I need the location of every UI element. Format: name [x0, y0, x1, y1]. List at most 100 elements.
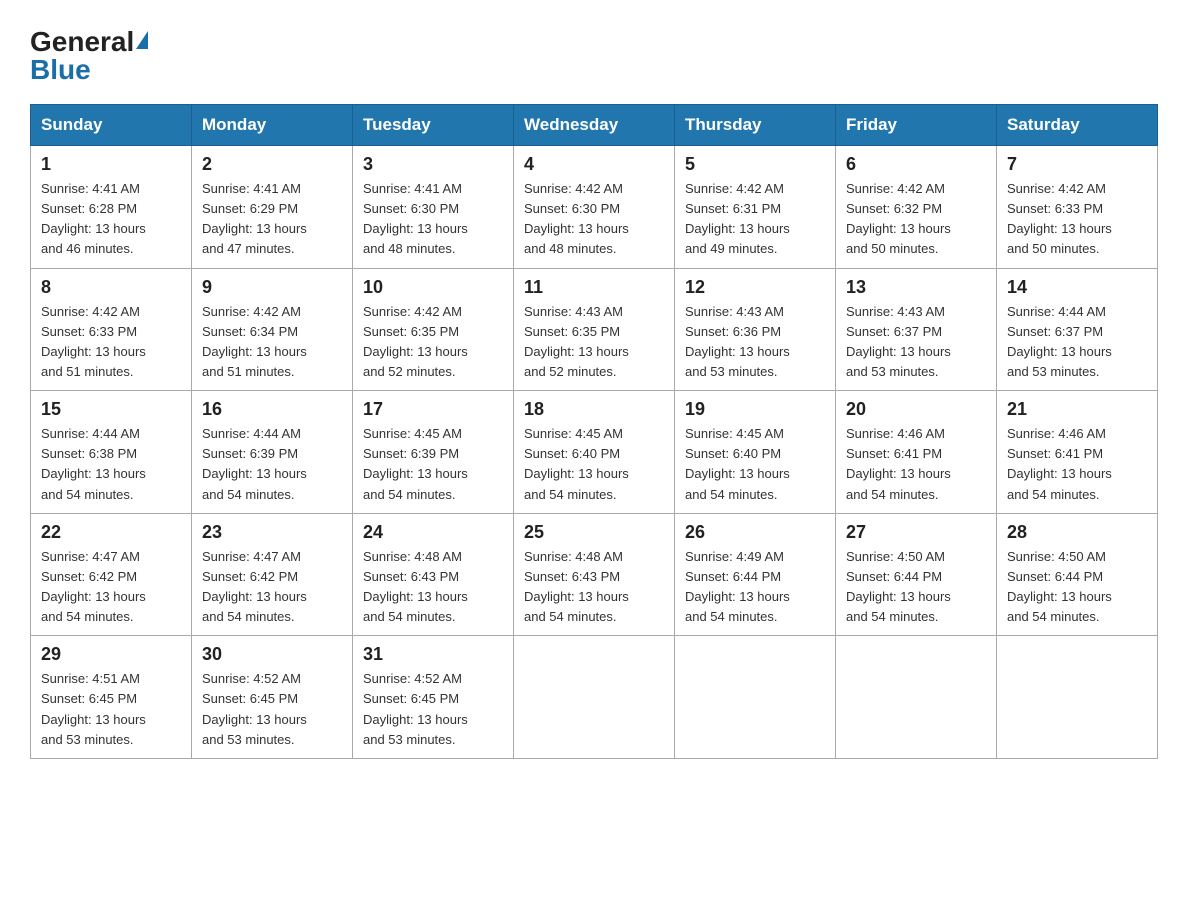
day-info: Sunrise: 4:45 AMSunset: 6:40 PMDaylight:…	[685, 426, 790, 501]
weekday-header-row: SundayMondayTuesdayWednesdayThursdayFrid…	[31, 105, 1158, 146]
calendar-cell: 13 Sunrise: 4:43 AMSunset: 6:37 PMDaylig…	[836, 268, 997, 391]
day-number: 31	[363, 644, 503, 665]
calendar-cell: 25 Sunrise: 4:48 AMSunset: 6:43 PMDaylig…	[514, 513, 675, 636]
calendar-cell: 1 Sunrise: 4:41 AMSunset: 6:28 PMDayligh…	[31, 146, 192, 269]
day-number: 22	[41, 522, 181, 543]
day-number: 16	[202, 399, 342, 420]
day-info: Sunrise: 4:44 AMSunset: 6:38 PMDaylight:…	[41, 426, 146, 501]
calendar-cell	[836, 636, 997, 759]
day-info: Sunrise: 4:46 AMSunset: 6:41 PMDaylight:…	[846, 426, 951, 501]
calendar-table: SundayMondayTuesdayWednesdayThursdayFrid…	[30, 104, 1158, 759]
day-number: 9	[202, 277, 342, 298]
day-info: Sunrise: 4:48 AMSunset: 6:43 PMDaylight:…	[524, 549, 629, 624]
calendar-cell: 18 Sunrise: 4:45 AMSunset: 6:40 PMDaylig…	[514, 391, 675, 514]
day-number: 5	[685, 154, 825, 175]
calendar-cell: 17 Sunrise: 4:45 AMSunset: 6:39 PMDaylig…	[353, 391, 514, 514]
day-info: Sunrise: 4:44 AMSunset: 6:39 PMDaylight:…	[202, 426, 307, 501]
calendar-cell: 20 Sunrise: 4:46 AMSunset: 6:41 PMDaylig…	[836, 391, 997, 514]
calendar-cell: 30 Sunrise: 4:52 AMSunset: 6:45 PMDaylig…	[192, 636, 353, 759]
day-number: 3	[363, 154, 503, 175]
logo-blue: Blue	[30, 54, 91, 86]
day-number: 6	[846, 154, 986, 175]
weekday-header-thursday: Thursday	[675, 105, 836, 146]
day-number: 20	[846, 399, 986, 420]
calendar-cell: 7 Sunrise: 4:42 AMSunset: 6:33 PMDayligh…	[997, 146, 1158, 269]
day-number: 26	[685, 522, 825, 543]
day-info: Sunrise: 4:41 AMSunset: 6:30 PMDaylight:…	[363, 181, 468, 256]
day-info: Sunrise: 4:52 AMSunset: 6:45 PMDaylight:…	[202, 671, 307, 746]
calendar-cell: 28 Sunrise: 4:50 AMSunset: 6:44 PMDaylig…	[997, 513, 1158, 636]
calendar-cell	[997, 636, 1158, 759]
calendar-cell: 14 Sunrise: 4:44 AMSunset: 6:37 PMDaylig…	[997, 268, 1158, 391]
day-info: Sunrise: 4:44 AMSunset: 6:37 PMDaylight:…	[1007, 304, 1112, 379]
calendar-cell: 4 Sunrise: 4:42 AMSunset: 6:30 PMDayligh…	[514, 146, 675, 269]
weekday-header-monday: Monday	[192, 105, 353, 146]
day-number: 15	[41, 399, 181, 420]
day-number: 28	[1007, 522, 1147, 543]
calendar-cell: 27 Sunrise: 4:50 AMSunset: 6:44 PMDaylig…	[836, 513, 997, 636]
weekday-header-wednesday: Wednesday	[514, 105, 675, 146]
day-info: Sunrise: 4:52 AMSunset: 6:45 PMDaylight:…	[363, 671, 468, 746]
calendar-cell: 16 Sunrise: 4:44 AMSunset: 6:39 PMDaylig…	[192, 391, 353, 514]
logo-text: General	[30, 28, 150, 56]
calendar-cell: 5 Sunrise: 4:42 AMSunset: 6:31 PMDayligh…	[675, 146, 836, 269]
day-info: Sunrise: 4:43 AMSunset: 6:36 PMDaylight:…	[685, 304, 790, 379]
day-info: Sunrise: 4:42 AMSunset: 6:33 PMDaylight:…	[41, 304, 146, 379]
calendar-cell: 2 Sunrise: 4:41 AMSunset: 6:29 PMDayligh…	[192, 146, 353, 269]
calendar-cell: 26 Sunrise: 4:49 AMSunset: 6:44 PMDaylig…	[675, 513, 836, 636]
calendar-cell: 19 Sunrise: 4:45 AMSunset: 6:40 PMDaylig…	[675, 391, 836, 514]
day-number: 8	[41, 277, 181, 298]
calendar-week-row: 15 Sunrise: 4:44 AMSunset: 6:38 PMDaylig…	[31, 391, 1158, 514]
day-info: Sunrise: 4:50 AMSunset: 6:44 PMDaylight:…	[846, 549, 951, 624]
day-info: Sunrise: 4:42 AMSunset: 6:31 PMDaylight:…	[685, 181, 790, 256]
day-number: 1	[41, 154, 181, 175]
day-info: Sunrise: 4:43 AMSunset: 6:35 PMDaylight:…	[524, 304, 629, 379]
calendar-cell: 6 Sunrise: 4:42 AMSunset: 6:32 PMDayligh…	[836, 146, 997, 269]
day-number: 25	[524, 522, 664, 543]
day-number: 18	[524, 399, 664, 420]
day-number: 30	[202, 644, 342, 665]
header: General Blue	[30, 20, 1158, 86]
day-number: 19	[685, 399, 825, 420]
day-info: Sunrise: 4:42 AMSunset: 6:34 PMDaylight:…	[202, 304, 307, 379]
calendar-cell: 8 Sunrise: 4:42 AMSunset: 6:33 PMDayligh…	[31, 268, 192, 391]
day-number: 21	[1007, 399, 1147, 420]
calendar-cell: 11 Sunrise: 4:43 AMSunset: 6:35 PMDaylig…	[514, 268, 675, 391]
day-number: 27	[846, 522, 986, 543]
calendar-cell: 15 Sunrise: 4:44 AMSunset: 6:38 PMDaylig…	[31, 391, 192, 514]
weekday-header-friday: Friday	[836, 105, 997, 146]
day-info: Sunrise: 4:42 AMSunset: 6:33 PMDaylight:…	[1007, 181, 1112, 256]
calendar-cell: 23 Sunrise: 4:47 AMSunset: 6:42 PMDaylig…	[192, 513, 353, 636]
day-info: Sunrise: 4:51 AMSunset: 6:45 PMDaylight:…	[41, 671, 146, 746]
calendar-cell: 29 Sunrise: 4:51 AMSunset: 6:45 PMDaylig…	[31, 636, 192, 759]
day-number: 11	[524, 277, 664, 298]
day-number: 24	[363, 522, 503, 543]
calendar-cell: 21 Sunrise: 4:46 AMSunset: 6:41 PMDaylig…	[997, 391, 1158, 514]
calendar-cell: 31 Sunrise: 4:52 AMSunset: 6:45 PMDaylig…	[353, 636, 514, 759]
day-info: Sunrise: 4:41 AMSunset: 6:28 PMDaylight:…	[41, 181, 146, 256]
day-info: Sunrise: 4:49 AMSunset: 6:44 PMDaylight:…	[685, 549, 790, 624]
day-info: Sunrise: 4:41 AMSunset: 6:29 PMDaylight:…	[202, 181, 307, 256]
calendar-cell: 3 Sunrise: 4:41 AMSunset: 6:30 PMDayligh…	[353, 146, 514, 269]
day-info: Sunrise: 4:46 AMSunset: 6:41 PMDaylight:…	[1007, 426, 1112, 501]
day-info: Sunrise: 4:42 AMSunset: 6:30 PMDaylight:…	[524, 181, 629, 256]
day-number: 13	[846, 277, 986, 298]
day-number: 4	[524, 154, 664, 175]
day-info: Sunrise: 4:48 AMSunset: 6:43 PMDaylight:…	[363, 549, 468, 624]
weekday-header-saturday: Saturday	[997, 105, 1158, 146]
logo-triangle-icon	[136, 31, 148, 49]
day-number: 10	[363, 277, 503, 298]
weekday-header-tuesday: Tuesday	[353, 105, 514, 146]
calendar-week-row: 1 Sunrise: 4:41 AMSunset: 6:28 PMDayligh…	[31, 146, 1158, 269]
calendar-week-row: 22 Sunrise: 4:47 AMSunset: 6:42 PMDaylig…	[31, 513, 1158, 636]
calendar-cell: 10 Sunrise: 4:42 AMSunset: 6:35 PMDaylig…	[353, 268, 514, 391]
logo-general: General	[30, 28, 134, 56]
day-number: 2	[202, 154, 342, 175]
day-number: 23	[202, 522, 342, 543]
calendar-cell: 22 Sunrise: 4:47 AMSunset: 6:42 PMDaylig…	[31, 513, 192, 636]
calendar-cell	[675, 636, 836, 759]
weekday-header-sunday: Sunday	[31, 105, 192, 146]
day-number: 29	[41, 644, 181, 665]
calendar-cell: 9 Sunrise: 4:42 AMSunset: 6:34 PMDayligh…	[192, 268, 353, 391]
logo: General Blue	[30, 28, 150, 86]
